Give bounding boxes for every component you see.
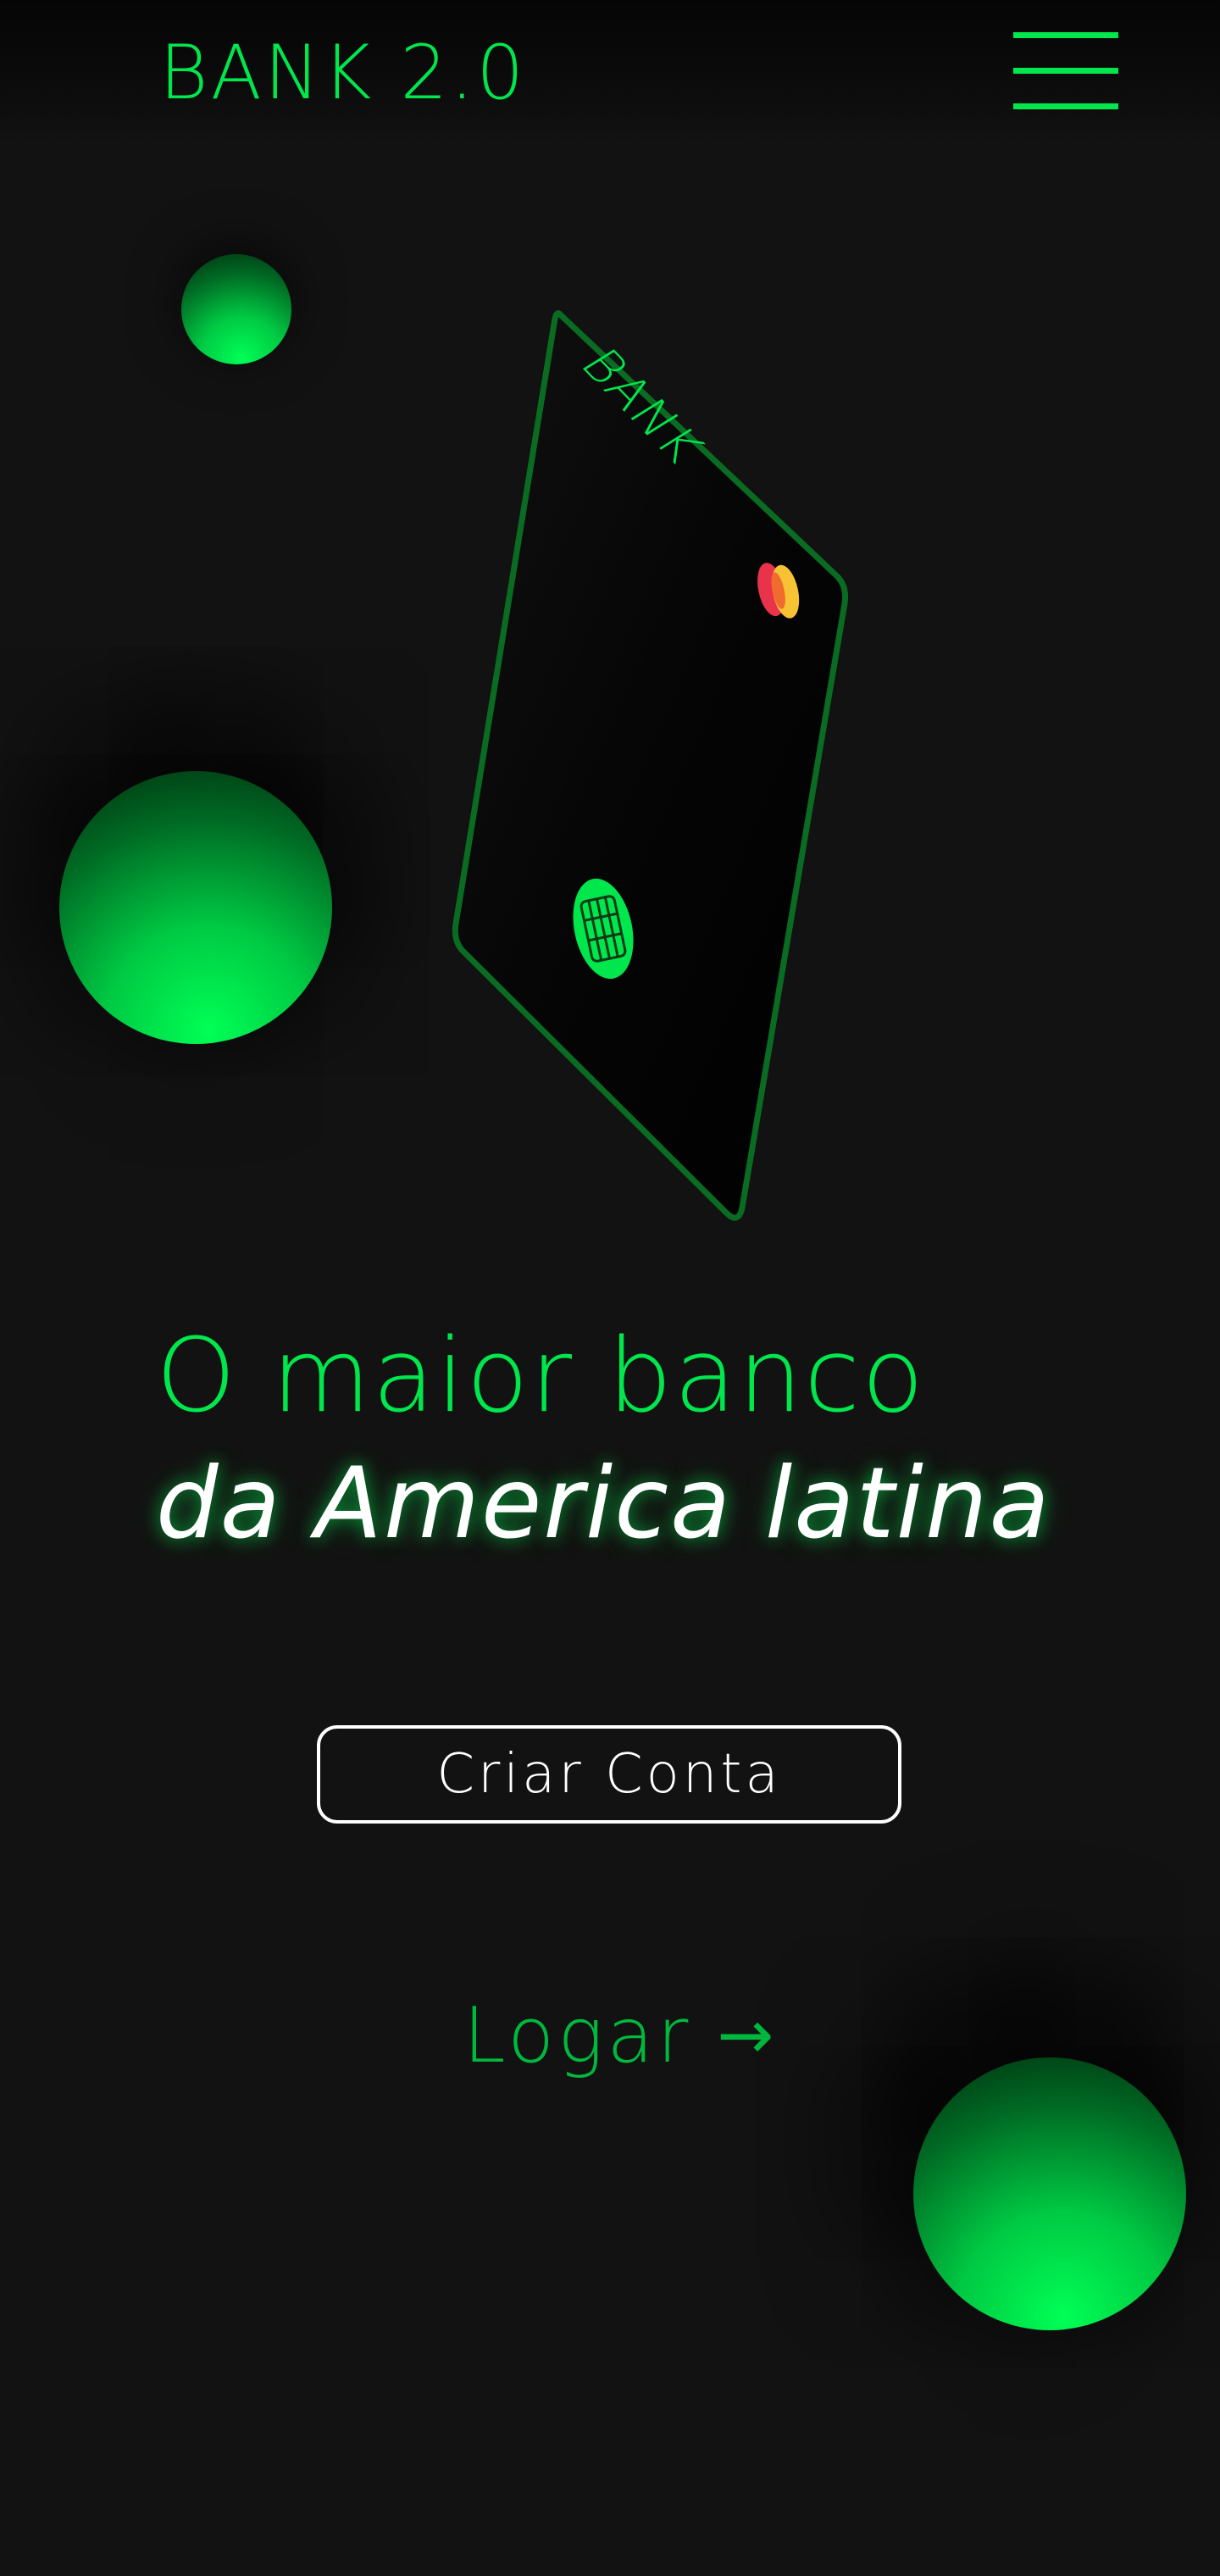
create-account-button[interactable]: Criar Conta [317, 1725, 901, 1824]
decorative-sphere-small [181, 254, 291, 364]
arrow-right-icon: → [717, 1996, 774, 2074]
hamburger-menu-icon[interactable] [1013, 32, 1118, 110]
hero-headline: O maior banco da America latina [156, 1313, 1122, 1568]
login-link[interactable]: Logar → [441, 1985, 796, 2086]
login-label: Logar [463, 1990, 692, 2080]
credit-card-illustration: BANK [452, 310, 849, 1221]
menu-line-top [1013, 32, 1118, 38]
decorative-sphere-medium [59, 771, 332, 1044]
decorative-sphere-large [913, 2057, 1186, 2330]
brand-logo[interactable]: BANK 2.0 [159, 32, 526, 114]
menu-line-middle [1013, 68, 1118, 74]
menu-line-bottom [1013, 103, 1118, 109]
hero-title-line-1: O maior banco [156, 1318, 926, 1435]
hero-title-line-2: da America latina [156, 1446, 1051, 1561]
